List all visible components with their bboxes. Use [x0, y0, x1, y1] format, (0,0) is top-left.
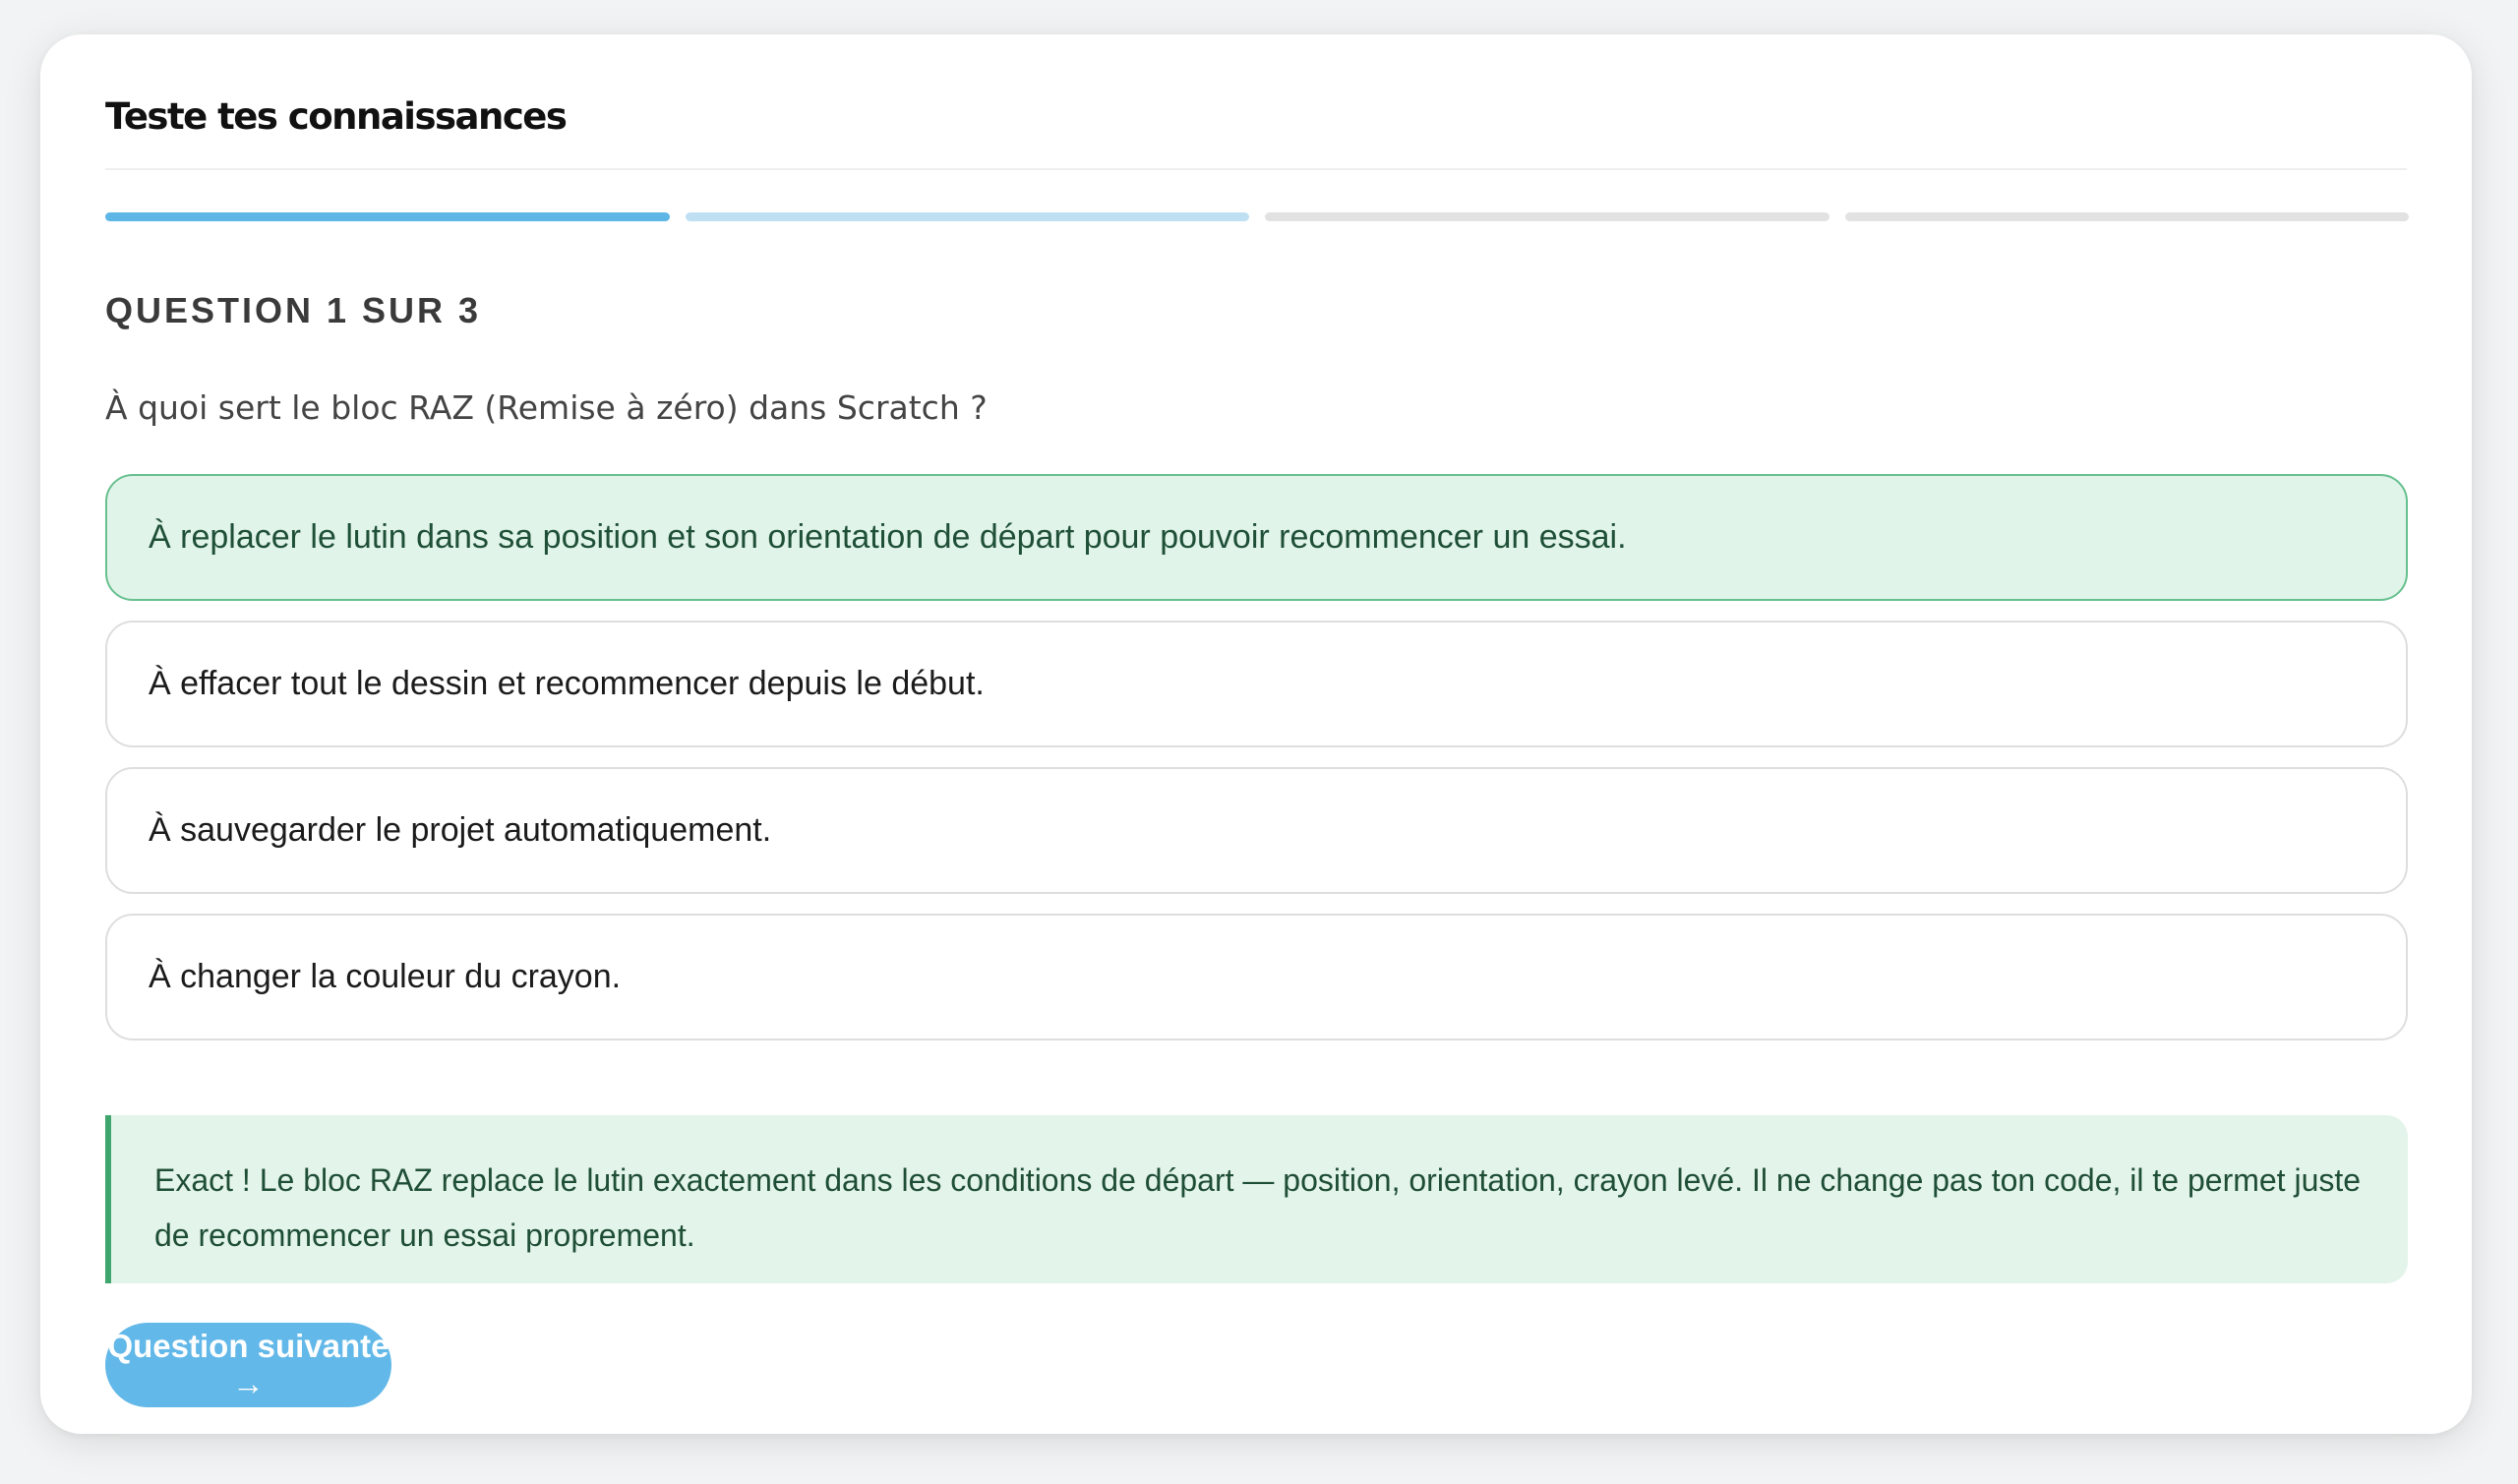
progress-segment [105, 212, 670, 221]
next-question-button[interactable]: Question suivante → [105, 1323, 391, 1407]
answer-options: À replacer le lutin dans sa position et … [105, 474, 2408, 1060]
progress-segment [1265, 212, 1829, 221]
feedback-message: Exact ! Le bloc RAZ replace le lutin exa… [105, 1115, 2408, 1283]
question-counter: QUESTION 1 SUR 3 [105, 290, 482, 330]
progress-bar [105, 212, 2409, 221]
title-divider [105, 168, 2407, 170]
progress-segment [685, 212, 1249, 221]
question-text: À quoi sert le bloc RAZ (Remise à zéro) … [105, 388, 988, 427]
answer-option-correct[interactable]: À replacer le lutin dans sa position et … [105, 474, 2408, 601]
answer-option[interactable]: À changer la couleur du crayon. [105, 914, 2408, 1040]
progress-segment [1844, 212, 2409, 221]
quiz-title: Teste tes connaissances [105, 95, 568, 138]
answer-option[interactable]: À effacer tout le dessin et recommencer … [105, 621, 2408, 747]
answer-option[interactable]: À sauvegarder le projet automatiquement. [105, 767, 2408, 894]
quiz-card: Teste tes connaissances QUESTION 1 SUR 3… [40, 34, 2472, 1434]
